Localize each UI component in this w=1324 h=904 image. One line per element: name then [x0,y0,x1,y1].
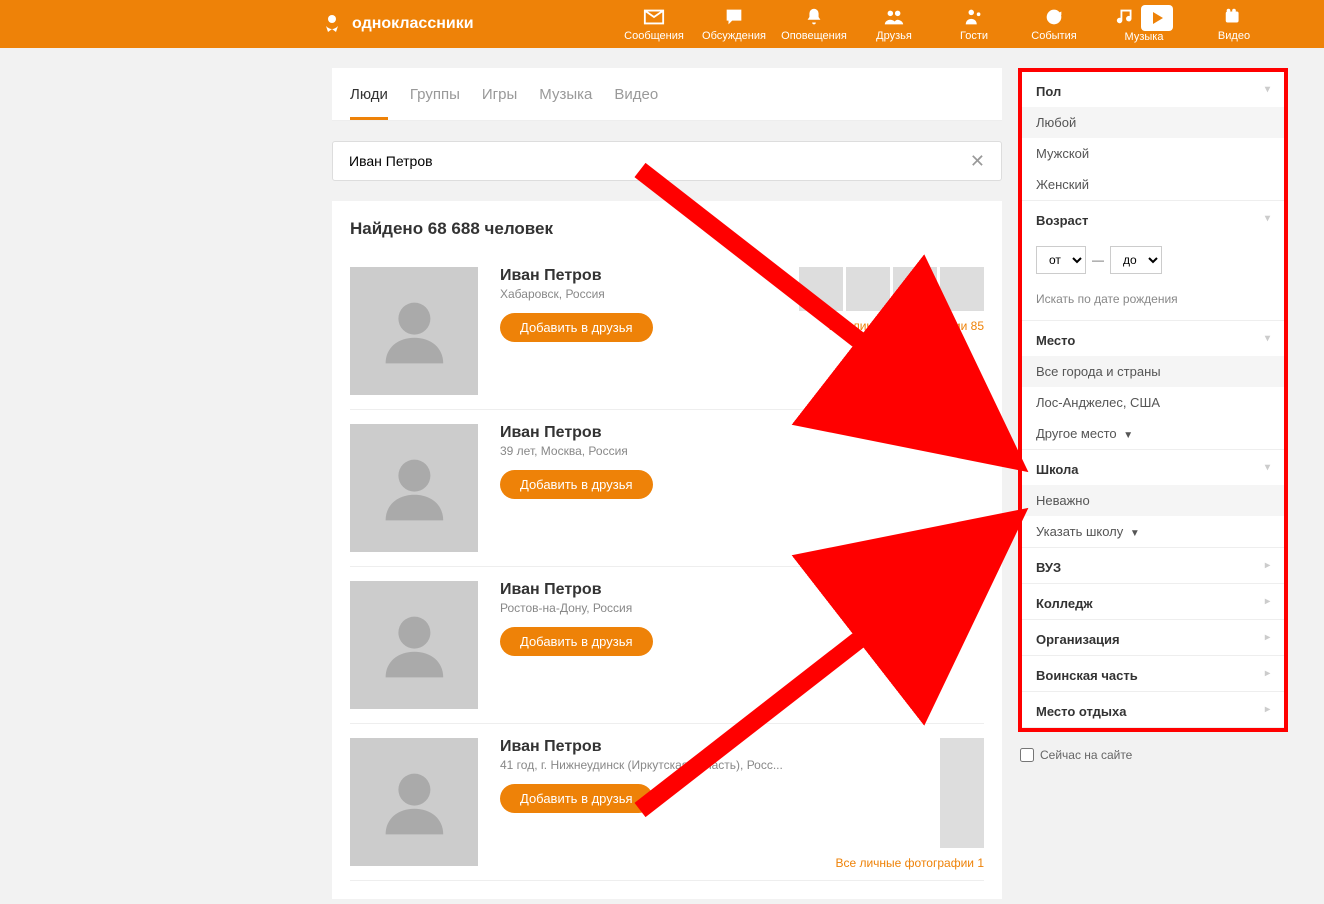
filter-option[interactable]: Любой [1022,107,1284,138]
filter-ВУЗ: ВУЗ [1022,548,1284,584]
all-photos-link[interactable]: Все личные фотографии 1 [835,856,984,870]
tab-Группы[interactable]: Группы [410,68,460,120]
bell-icon [803,6,825,28]
result-row: Иван Петров41 год, г. Нижнеудинск (Иркут… [350,724,984,881]
search-tabs: Люди Группы Игры Музыка Видео [332,68,1002,121]
avatar[interactable] [350,581,478,709]
result-row: Иван ПетровХабаровск, РоссияДобавить в д… [350,253,984,410]
age-to-select[interactable]: до [1110,246,1162,274]
clear-search-icon[interactable]: ✕ [964,151,991,172]
online-now-input[interactable] [1020,748,1034,762]
tab-Видео[interactable]: Видео [614,68,658,120]
logo-text: одноклассники [352,15,474,33]
filter-option[interactable]: Лос-Анджелес, США [1022,387,1284,418]
filter-option[interactable]: Неважно [1022,485,1284,516]
video-icon [1223,6,1245,28]
chat-icon [723,6,745,28]
filter-option[interactable]: Указать школу ▼ [1022,516,1284,547]
birth-search-link[interactable]: Искать по дате рождения [1022,284,1284,320]
filter-Пол: ПолЛюбойМужскойЖенский [1022,72,1284,201]
nav-people[interactable]: Друзья [854,5,934,43]
photo-thumb[interactable] [940,738,984,848]
result-row: Иван Петров Ростов-на-Дону, Россия Добавит… [350,567,984,724]
filter-Место: МестоВсе города и страныЛос-Анджелес, СШ… [1022,321,1284,450]
nav-envelope[interactable]: Сообщения [614,5,694,43]
filter-title[interactable]: Возраст [1022,201,1284,236]
nav-music[interactable]: Музыка [1094,5,1194,43]
avatar[interactable] [350,267,478,395]
filter-Место отдыха: Место отдыха [1022,692,1284,728]
filter-option[interactable]: Другое место ▼ [1022,418,1284,449]
events-icon [1043,6,1065,28]
add-friend-button[interactable]: Добавить в друзья [500,470,653,499]
avatar[interactable] [350,424,478,552]
filters-panel: ПолЛюбойМужскойЖенскийВозрастот—доИскать… [1018,68,1288,732]
nav-guests[interactable]: Гости [934,5,1014,43]
add-friend-button[interactable]: Добавить в друзья [500,627,653,656]
filter-title[interactable]: Место [1022,321,1284,356]
play-icon[interactable] [1141,5,1173,31]
filter-Колледж: Колледж [1022,584,1284,620]
guests-icon [963,6,985,28]
nav-bar: СообщенияОбсужденияОповещенияДрузьяГости… [614,5,1274,43]
filter-title[interactable]: ВУЗ [1022,548,1284,583]
search-box: ✕ [332,141,1002,181]
results-panel: Найдено 68 688 человек Иван ПетровХабаро… [332,201,1002,899]
filter-Воинская часть: Воинская часть [1022,656,1284,692]
people-icon [883,6,905,28]
nav-events[interactable]: События [1014,5,1094,43]
tab-Игры[interactable]: Игры [482,68,517,120]
tab-Музыка[interactable]: Музыка [539,68,592,120]
photo-thumb[interactable] [940,267,984,311]
result-meta: Ростов-на-Дону, Россия [500,601,984,615]
filter-title[interactable]: Пол [1022,72,1284,107]
photo-thumb[interactable] [846,267,890,311]
filter-option[interactable]: Все города и страны [1022,356,1284,387]
ok-logo-icon [320,12,344,36]
filter-Возраст: Возрастот—доИскать по дате рождения [1022,201,1284,321]
result-row: Иван Петров 39 лет, Москва, Россия Добавит… [350,410,984,567]
filter-Организация: Организация [1022,620,1284,656]
add-friend-button[interactable]: Добавить в друзья [500,784,653,813]
results-count: Найдено 68 688 человек [350,219,984,239]
filter-option[interactable]: Мужской [1022,138,1284,169]
nav-chat[interactable]: Обсуждения [694,5,774,43]
filter-title[interactable]: Колледж [1022,584,1284,619]
online-now-checkbox[interactable]: Сейчас на сайте [1018,742,1288,768]
main-header: одноклассники СообщенияОбсужденияОповеще… [0,0,1324,48]
add-friend-button[interactable]: Добавить в друзья [500,313,653,342]
filter-option[interactable]: Женский [1022,169,1284,200]
age-from-select[interactable]: от [1036,246,1086,274]
filter-title[interactable]: Организация [1022,620,1284,655]
nav-video[interactable]: Видео [1194,5,1274,43]
photo-thumb[interactable] [893,267,937,311]
search-input[interactable] [343,153,964,169]
filter-Школа: ШколаНеважноУказать школу ▼ [1022,450,1284,548]
result-meta: 39 лет, Москва, Россия [500,444,984,458]
photo-thumb[interactable] [799,267,843,311]
nav-bell[interactable]: Оповещения [774,5,854,43]
envelope-icon [643,6,665,28]
all-photos-link[interactable]: Все личные фотографии 85 [799,319,984,333]
result-name[interactable]: Иван Петров [500,581,984,599]
result-name[interactable]: Иван Петров [500,424,984,442]
filter-title[interactable]: Место отдыха [1022,692,1284,727]
logo[interactable]: одноклассники [320,12,474,36]
avatar[interactable] [350,738,478,866]
age-range: от—до [1022,236,1284,284]
tab-Люди[interactable]: Люди [350,68,388,120]
filter-title[interactable]: Школа [1022,450,1284,485]
filter-title[interactable]: Воинская часть [1022,656,1284,691]
